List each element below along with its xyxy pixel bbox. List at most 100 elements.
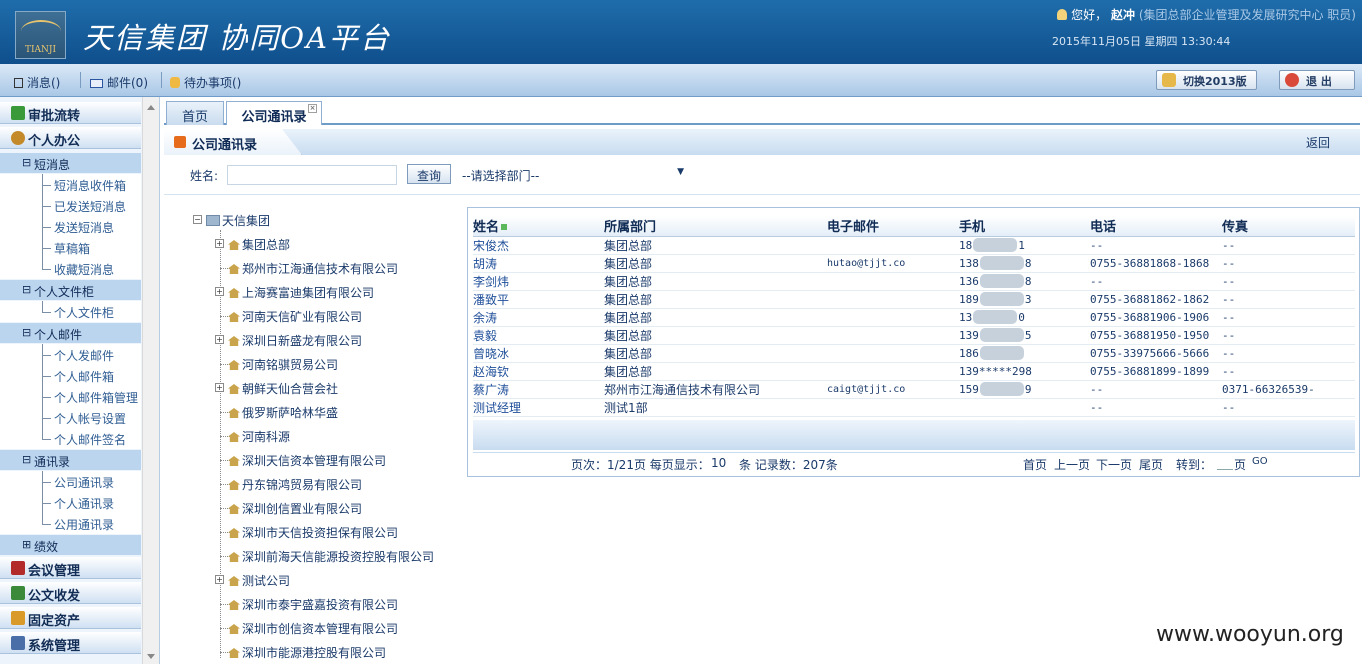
sidebar-item-sms-sent[interactable]: 已发送短消息: [0, 195, 141, 216]
tab-company-contacts[interactable]: 公司通讯录 ×: [226, 101, 322, 125]
tree-node[interactable]: 深圳市天信投资担保有限公司: [220, 524, 398, 541]
table-row[interactable]: 潘致平 集团总部 189 3 0755-36881862-1862 --: [473, 290, 1355, 309]
sidebar-item-drafts[interactable]: 草稿箱: [0, 237, 141, 258]
menu-fixed-assets[interactable]: 固定资产: [0, 607, 141, 629]
go-button[interactable]: GO: [1252, 456, 1268, 467]
table-row[interactable]: 胡涛 集团总部 hutao@tjjt.co 138 8 0755-36881868-186…: [473, 254, 1355, 273]
expand-icon[interactable]: +: [215, 383, 224, 392]
contact-name[interactable]: 潘致平: [473, 290, 604, 309]
contact-phone: --: [1090, 398, 1222, 417]
table-row[interactable]: 曾晓冰 集团总部 186 0755-33975666-5666 --: [473, 344, 1355, 363]
contact-fax: --: [1222, 272, 1355, 291]
query-button[interactable]: 查询: [407, 164, 451, 184]
tree-node[interactable]: 河南天信矿业有限公司: [220, 308, 362, 325]
submenu-performance[interactable]: ⊞ 绩效: [0, 535, 141, 555]
tree-node[interactable]: 深圳天信资本管理有限公司: [220, 452, 386, 469]
mail-link[interactable]: 邮件(0): [90, 74, 148, 91]
sidebar-item-company-contacts[interactable]: 公司通讯录: [0, 471, 141, 492]
tree-node[interactable]: + 朝鲜天仙合营会社: [215, 380, 338, 397]
sidebar-scrollbar[interactable]: [142, 97, 159, 664]
menu-documents[interactable]: 公文收发: [0, 582, 141, 604]
menu-approval[interactable]: 审批流转: [0, 102, 141, 124]
contact-name[interactable]: 赵海钦: [473, 362, 604, 381]
sidebar-item-public-contacts[interactable]: 公用通讯录: [0, 513, 141, 534]
house-icon: [228, 480, 240, 490]
switch-version-button[interactable]: 切换2013版: [1156, 70, 1257, 90]
table-row[interactable]: 袁毅 集团总部 139 5 0755-36881950-1950 --: [473, 326, 1355, 345]
contact-name[interactable]: 余涛: [473, 308, 604, 327]
submenu-personal-mail[interactable]: ⊟ 个人邮件: [0, 323, 141, 343]
submenu-sms[interactable]: ⊟ 短消息: [0, 153, 141, 173]
contact-name[interactable]: 李剑炜: [473, 272, 604, 291]
contact-name[interactable]: 宋俊杰: [473, 236, 604, 255]
expand-icon[interactable]: +: [215, 335, 224, 344]
sidebar-item-personal-contacts[interactable]: 个人通讯录: [0, 492, 141, 513]
tree-root[interactable]: − 天信集团: [193, 212, 270, 229]
contact-name[interactable]: 蔡广涛: [473, 380, 604, 399]
house-icon: [228, 432, 240, 442]
house-icon: [228, 504, 240, 514]
tree-node[interactable]: 河南科源: [220, 428, 290, 445]
goto-page-input[interactable]: [1217, 456, 1233, 470]
scroll-up-arrow[interactable]: [147, 105, 155, 110]
contact-name[interactable]: 测试经理: [473, 398, 604, 417]
scroll-down-arrow[interactable]: [147, 654, 155, 659]
table-row[interactable]: 赵海钦 集团总部 139*****298 0755-36881899-1899 --: [473, 362, 1355, 381]
tree-node[interactable]: + 深圳日新盛龙有限公司: [215, 332, 362, 349]
expand-icon[interactable]: +: [215, 287, 224, 296]
table-row[interactable]: 宋俊杰 集团总部 18 1 -- --: [473, 236, 1355, 255]
todo-link[interactable]: 待办事项(): [170, 74, 241, 91]
submenu-file-cabinet[interactable]: ⊟ 个人文件柜: [0, 280, 141, 300]
contact-email: [827, 398, 959, 417]
contact-name[interactable]: 袁毅: [473, 326, 604, 345]
table-row[interactable]: 余涛 集团总部 13 0 0755-36881906-1906 --: [473, 308, 1355, 327]
tree-node[interactable]: 丹东锦鸿贸易有限公司: [220, 476, 362, 493]
tree-node[interactable]: 深圳市创信资本管理有限公司: [220, 620, 398, 637]
power-icon: [1285, 73, 1299, 87]
tree-node[interactable]: 郑州市江海通信技术有限公司: [220, 260, 398, 277]
sidebar-item-account-settings[interactable]: 个人帐号设置: [0, 407, 141, 428]
tree-node[interactable]: + 测试公司: [215, 572, 290, 589]
tree-node[interactable]: 俄罗斯萨哈林华盛: [220, 404, 338, 421]
menu-system[interactable]: 系统管理: [0, 632, 141, 654]
table-row[interactable]: 测试经理 测试1部 -- --: [473, 398, 1355, 417]
last-page-link[interactable]: 尾页: [1139, 456, 1163, 473]
tree-node[interactable]: 河南铭骐贸易公司: [220, 356, 338, 373]
tab-home[interactable]: 首页: [166, 101, 224, 125]
department-select[interactable]: --请选择部门-- ▼: [462, 167, 684, 184]
sidebar-item-sms-send[interactable]: 发送短消息: [0, 216, 141, 237]
contact-name[interactable]: 胡涛: [473, 254, 604, 273]
tree-node[interactable]: + 上海赛富迪集团有限公司: [215, 284, 374, 301]
logout-button[interactable]: 退 出: [1279, 70, 1355, 90]
menu-meeting[interactable]: 会议管理: [0, 557, 141, 579]
tree-node[interactable]: 深圳市泰宇盛嘉投资有限公司: [220, 596, 398, 613]
goto-label: 转到：: [1176, 458, 1213, 472]
sidebar-item-file-cabinet[interactable]: 个人文件柜: [0, 301, 141, 322]
expand-icon[interactable]: +: [215, 575, 224, 584]
name-input[interactable]: [227, 165, 397, 185]
table-row[interactable]: 李剑炜 集团总部 136 8 -- --: [473, 272, 1355, 291]
sidebar-item-mailbox-manage[interactable]: 个人邮件箱管理: [0, 386, 141, 407]
back-link[interactable]: 返回: [1306, 134, 1330, 151]
sidebar-item-mailbox[interactable]: 个人邮件箱: [0, 365, 141, 386]
sidebar-item-mail-signature[interactable]: 个人邮件签名: [0, 428, 141, 449]
tree-node[interactable]: 深圳市能源港控股有限公司: [220, 644, 386, 661]
table-row[interactable]: 蔡广涛 郑州市江海通信技术有限公司 caigt@tjjt.co 159 9 -- 0371-…: [473, 380, 1355, 399]
sidebar-item-sms-inbox[interactable]: 短消息收件箱: [0, 174, 141, 195]
expand-icon[interactable]: +: [215, 239, 224, 248]
tree-node[interactable]: 深圳创信置业有限公司: [220, 500, 362, 517]
tree-node[interactable]: + 集团总部: [215, 236, 290, 253]
prev-page-link[interactable]: 上一页: [1054, 456, 1090, 473]
contact-name[interactable]: 曾晓冰: [473, 344, 604, 363]
submenu-contacts[interactable]: ⊟ 通讯录: [0, 450, 141, 470]
first-page-link[interactable]: 首页: [1023, 456, 1047, 473]
col-name[interactable]: 姓名: [473, 216, 604, 237]
house-icon: [228, 360, 240, 370]
messages-link[interactable]: 消息(): [14, 74, 60, 91]
close-tab-icon[interactable]: ×: [308, 104, 317, 113]
menu-personal-office[interactable]: 个人办公: [0, 127, 141, 149]
sidebar-item-sms-fav[interactable]: 收藏短消息: [0, 258, 141, 279]
next-page-link[interactable]: 下一页: [1096, 456, 1132, 473]
tree-node[interactable]: 深圳前海天信能源投资控股有限公司: [220, 548, 434, 565]
sidebar-item-send-mail[interactable]: 个人发邮件: [0, 344, 141, 365]
